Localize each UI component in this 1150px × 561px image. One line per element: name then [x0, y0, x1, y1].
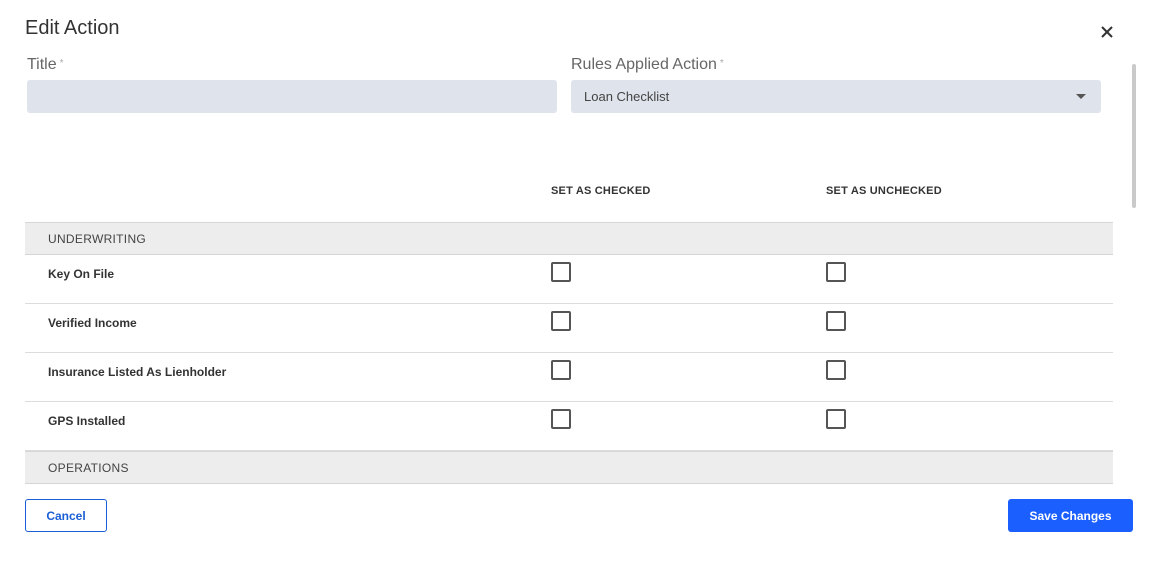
- required-marker: *: [719, 58, 724, 69]
- table-row: GPS Installed: [25, 402, 1113, 451]
- set-as-unchecked-checkbox[interactable]: [826, 360, 846, 380]
- rules-applied-action-select[interactable]: Loan Checklist: [571, 80, 1101, 113]
- column-header-set-as-unchecked: SET AS UNCHECKED: [826, 185, 942, 197]
- column-header-set-as-checked: SET AS CHECKED: [551, 185, 651, 197]
- save-changes-button[interactable]: Save Changes: [1008, 499, 1133, 532]
- table-row: Key On File: [25, 255, 1113, 304]
- section-header-operations: OPERATIONS: [25, 451, 1113, 484]
- set-as-checked-checkbox[interactable]: [551, 409, 571, 429]
- scrollbar[interactable]: [1132, 64, 1136, 208]
- row-label: Verified Income: [48, 316, 137, 330]
- dialog-title: Edit Action: [25, 17, 120, 39]
- title-label-text: Title: [27, 56, 57, 73]
- set-as-unchecked-checkbox[interactable]: [826, 262, 846, 282]
- section-header-underwriting: UNDERWRITING: [25, 222, 1113, 255]
- required-marker: *: [59, 58, 64, 69]
- close-button[interactable]: [1096, 21, 1118, 43]
- checklist-table: UNDERWRITING Key On File Verified Income…: [25, 222, 1113, 486]
- title-input[interactable]: [27, 80, 557, 113]
- table-row: Insurance Listed As Lienholder: [25, 353, 1113, 402]
- cancel-button[interactable]: Cancel: [25, 499, 107, 532]
- rules-applied-action-label: Rules Applied Action *: [571, 56, 724, 74]
- row-label: GPS Installed: [48, 414, 126, 428]
- rules-label-text: Rules Applied Action: [571, 56, 717, 73]
- close-icon[interactable]: [1096, 21, 1118, 43]
- row-label: Key On File: [48, 267, 115, 281]
- select-value: Loan Checklist: [584, 89, 670, 104]
- row-label: Insurance Listed As Lienholder: [48, 365, 227, 379]
- title-label: Title *: [27, 56, 64, 74]
- set-as-checked-checkbox[interactable]: [551, 311, 571, 331]
- set-as-checked-checkbox[interactable]: [551, 262, 571, 282]
- set-as-unchecked-checkbox[interactable]: [826, 409, 846, 429]
- set-as-checked-checkbox[interactable]: [551, 360, 571, 380]
- chevron-down-icon: [1076, 94, 1086, 99]
- table-row: Verified Income: [25, 304, 1113, 353]
- set-as-unchecked-checkbox[interactable]: [826, 311, 846, 331]
